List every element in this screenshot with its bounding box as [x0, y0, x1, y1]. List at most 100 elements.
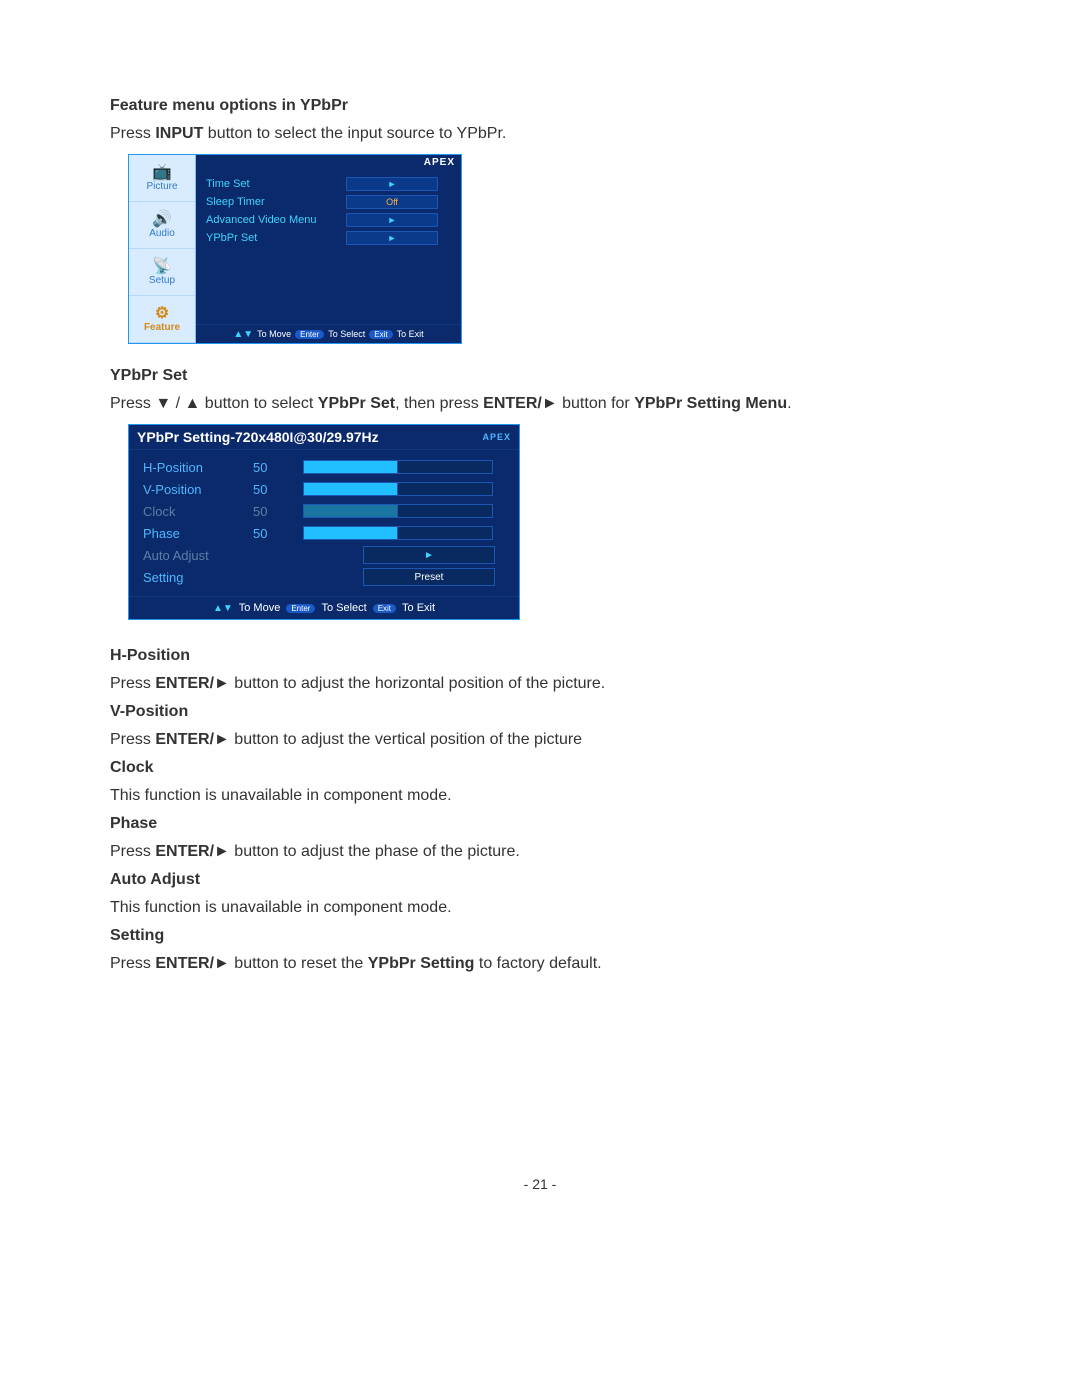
row-label: Phase [143, 526, 253, 541]
def-clock-h: Clock [110, 756, 970, 780]
row-value: 50 [253, 482, 303, 497]
row-value: 50 [253, 460, 303, 475]
tab-picture[interactable]: 📺 Picture [129, 155, 195, 202]
osd-ypbpr-setting: YPbPr Setting-720x480I@30/29.97Hz APEX H… [128, 424, 520, 620]
def-phase-t: Press ENTER/► button to adjust the phase… [110, 840, 970, 864]
t: button to adjust the phase of the pictur… [230, 843, 520, 860]
row-ypbpr-set[interactable]: YPbPr Set ► [206, 229, 453, 247]
t: button to adjust the vertical position o… [230, 731, 582, 748]
row-value: 50 [253, 504, 303, 519]
osd2-titlebar: YPbPr Setting-720x480I@30/29.97Hz APEX [129, 425, 519, 450]
input-key: INPUT [155, 125, 203, 142]
exit-pill: Exit [369, 330, 392, 339]
row-value: 50 [253, 526, 303, 541]
t: ENTER/► [155, 675, 230, 692]
heading-feature-menu: Feature menu options in YPbPr [110, 94, 970, 118]
foot-move: To Move [257, 329, 291, 339]
row-setting[interactable]: Setting Preset [143, 566, 509, 588]
slider[interactable] [303, 482, 493, 496]
row-label: YPbPr Set [206, 232, 346, 244]
tab-label: Audio [149, 228, 175, 239]
osd-feature-menu: 📺 Picture 🔊 Audio 📡 Setup ⚙ Feature APEX… [128, 154, 462, 344]
t: ENTER/► [483, 395, 558, 412]
tab-label: Setup [149, 275, 175, 286]
row-value: ► [346, 213, 438, 227]
def-vposition-t: Press ENTER/► button to adjust the verti… [110, 728, 970, 752]
t: button to reset the [230, 955, 368, 972]
tv-icon: 📺 [152, 165, 172, 181]
slider[interactable] [303, 460, 493, 474]
osd1-list: Time Set ► Sleep Timer Off Advanced Vide… [196, 171, 461, 324]
def-auto-t: This function is unavailable in componen… [110, 896, 970, 920]
ypbpr-instruction: Press ▼ / ▲ button to select YPbPr Set, … [110, 392, 970, 416]
updown-icon: ▲▼ [233, 329, 253, 340]
enter-pill: Enter [286, 604, 315, 613]
row-value: Off [346, 195, 438, 209]
row-phase[interactable]: Phase 50 [143, 522, 509, 544]
def-clock-t: This function is unavailable in componen… [110, 784, 970, 808]
row-label: H-Position [143, 460, 253, 475]
t: button to adjust the horizontal position… [230, 675, 605, 692]
t: ENTER/► [155, 843, 230, 860]
t: YPbPr Setting [368, 955, 475, 972]
osd2-body: H-Position 50 V-Position 50 Clock 50 Pha… [129, 450, 519, 596]
def-setting-t: Press ENTER/► button to reset the YPbPr … [110, 952, 970, 976]
auto-adjust-button: ► [363, 546, 495, 564]
t: Press [110, 675, 155, 692]
foot-select: To Select [321, 602, 366, 614]
foot-exit: To Exit [397, 329, 424, 339]
slider [303, 504, 493, 518]
brand-label: APEX [196, 155, 461, 171]
t: . [787, 395, 791, 412]
tab-label: Picture [146, 181, 177, 192]
row-sleep-timer[interactable]: Sleep Timer Off [206, 193, 453, 211]
t: button to select the input source to YPb… [203, 125, 506, 142]
def-auto-h: Auto Adjust [110, 868, 970, 892]
osd1-footer: ▲▼ To Move Enter To Select Exit To Exit [196, 324, 461, 343]
t: , then press [395, 395, 483, 412]
t: Press [110, 843, 155, 860]
row-hposition[interactable]: H-Position 50 [143, 456, 509, 478]
row-vposition[interactable]: V-Position 50 [143, 478, 509, 500]
def-phase-h: Phase [110, 812, 970, 836]
t: YPbPr Set [318, 395, 395, 412]
row-auto-adjust: Auto Adjust ► [143, 544, 509, 566]
speaker-icon: 🔊 [152, 212, 172, 228]
osd2-footer: ▲▼ To Move Enter To Select Exit To Exit [129, 596, 519, 619]
arrow-right-icon: ► [388, 179, 397, 189]
tab-feature[interactable]: ⚙ Feature [129, 296, 195, 343]
tab-setup[interactable]: 📡 Setup [129, 249, 195, 296]
preset-button[interactable]: Preset [363, 568, 495, 586]
row-label: V-Position [143, 482, 253, 497]
row-label: Auto Adjust [143, 548, 253, 563]
def-hposition-t: Press ENTER/► button to adjust the horiz… [110, 672, 970, 696]
def-setting-h: Setting [110, 924, 970, 948]
osd1-sidebar: 📺 Picture 🔊 Audio 📡 Setup ⚙ Feature [129, 155, 196, 343]
arrow-right-icon: ► [388, 215, 397, 225]
foot-move: To Move [239, 602, 281, 614]
intro-line: Press INPUT button to select the input s… [110, 122, 970, 146]
tab-label: Feature [144, 322, 180, 333]
t: Press ▼ / ▲ button to select [110, 395, 318, 412]
t: to factory default. [474, 955, 601, 972]
row-label: Setting [143, 570, 253, 585]
row-label: Sleep Timer [206, 196, 346, 208]
heading-ypbpr-set: YPbPr Set [110, 364, 970, 388]
row-adv-video[interactable]: Advanced Video Menu ► [206, 211, 453, 229]
feature-icon: ⚙ [155, 306, 169, 322]
foot-exit: To Exit [402, 602, 435, 614]
tab-audio[interactable]: 🔊 Audio [129, 202, 195, 249]
brand-label: APEX [482, 432, 511, 442]
slider[interactable] [303, 526, 493, 540]
row-label: Advanced Video Menu [206, 214, 346, 226]
row-label: Clock [143, 504, 253, 519]
row-time-set[interactable]: Time Set ► [206, 175, 453, 193]
osd2-title-text: YPbPr Setting-720x480I@30/29.97Hz [137, 429, 379, 445]
foot-select: To Select [328, 329, 365, 339]
dish-icon: 📡 [152, 259, 172, 275]
t: Press [110, 955, 155, 972]
t: Press [110, 125, 155, 142]
arrow-right-icon: ► [388, 233, 397, 243]
enter-pill: Enter [295, 330, 324, 339]
updown-icon: ▲▼ [213, 603, 233, 614]
